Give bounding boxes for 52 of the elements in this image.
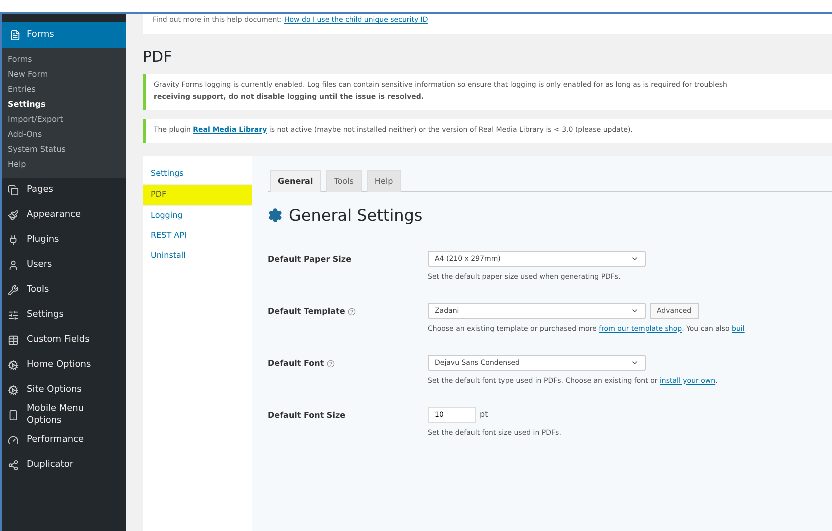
field-label: Default Template — [268, 307, 346, 316]
user-icon — [8, 260, 19, 271]
sliders-icon — [8, 310, 19, 321]
submenu-item[interactable]: Help — [2, 157, 126, 172]
pages-icon — [8, 185, 19, 196]
tab[interactable]: General — [270, 170, 322, 192]
section-title: General Settings — [289, 206, 423, 225]
field-label: Default Font Size — [268, 411, 346, 420]
menu-item[interactable]: Users — [2, 253, 126, 278]
menu-item[interactable]: Mobile Menu Options — [2, 403, 126, 428]
tab[interactable]: Help — [366, 170, 402, 192]
menu-item[interactable]: Home Options — [2, 353, 126, 378]
nav-link[interactable]: Uninstall — [143, 246, 252, 266]
phone-icon — [8, 410, 19, 421]
submenu-item[interactable]: Add-Ons — [2, 127, 126, 142]
unit-label: pt — [480, 410, 488, 420]
submenu-item[interactable]: Entries — [2, 82, 126, 97]
share-icon — [8, 460, 19, 471]
gear-icon — [8, 385, 19, 396]
nav-link[interactable]: REST API — [143, 226, 252, 246]
submenu-item[interactable]: System Status — [2, 142, 126, 157]
submenu-item[interactable]: New Form — [2, 67, 126, 82]
paintbrush-icon — [8, 210, 19, 221]
wrench-icon — [8, 285, 19, 296]
page-title: PDF — [143, 48, 174, 66]
help-icon — [327, 360, 336, 368]
menu-item[interactable]: Custom Fields — [2, 328, 126, 353]
menu-item[interactable]: Performance — [2, 428, 126, 453]
tab[interactable]: Tools — [326, 170, 362, 192]
settings-icon — [268, 208, 283, 223]
field-label: Default Paper Size — [268, 255, 352, 264]
submenu-item[interactable]: Forms — [2, 52, 126, 67]
menu-item[interactable]: Duplicator — [2, 453, 126, 478]
menu-item[interactable]: Plugins — [2, 228, 126, 253]
menu-item[interactable]: Pages — [2, 178, 126, 203]
menu-item[interactable]: Forms — [2, 22, 126, 48]
menu-item[interactable]: Appearance — [2, 203, 126, 228]
nav-link[interactable]: Logging — [143, 206, 252, 226]
menu-item[interactable]: Site Options — [2, 378, 126, 403]
menu-item[interactable]: Tools — [2, 278, 126, 303]
nav-link[interactable]: PDF — [143, 184, 252, 206]
help-icon — [348, 308, 356, 316]
gauge-icon — [8, 435, 19, 446]
gear-icon — [8, 360, 19, 371]
plug-icon — [8, 235, 19, 246]
menu-item[interactable]: Settings — [2, 303, 126, 328]
table-icon — [8, 335, 19, 346]
field-label: Default Font — [268, 359, 324, 368]
nav-link[interactable]: Settings — [143, 164, 252, 184]
document-icon — [10, 30, 21, 40]
submenu-item[interactable]: Import/Export — [2, 112, 126, 127]
submenu-item[interactable]: Settings — [2, 97, 126, 112]
